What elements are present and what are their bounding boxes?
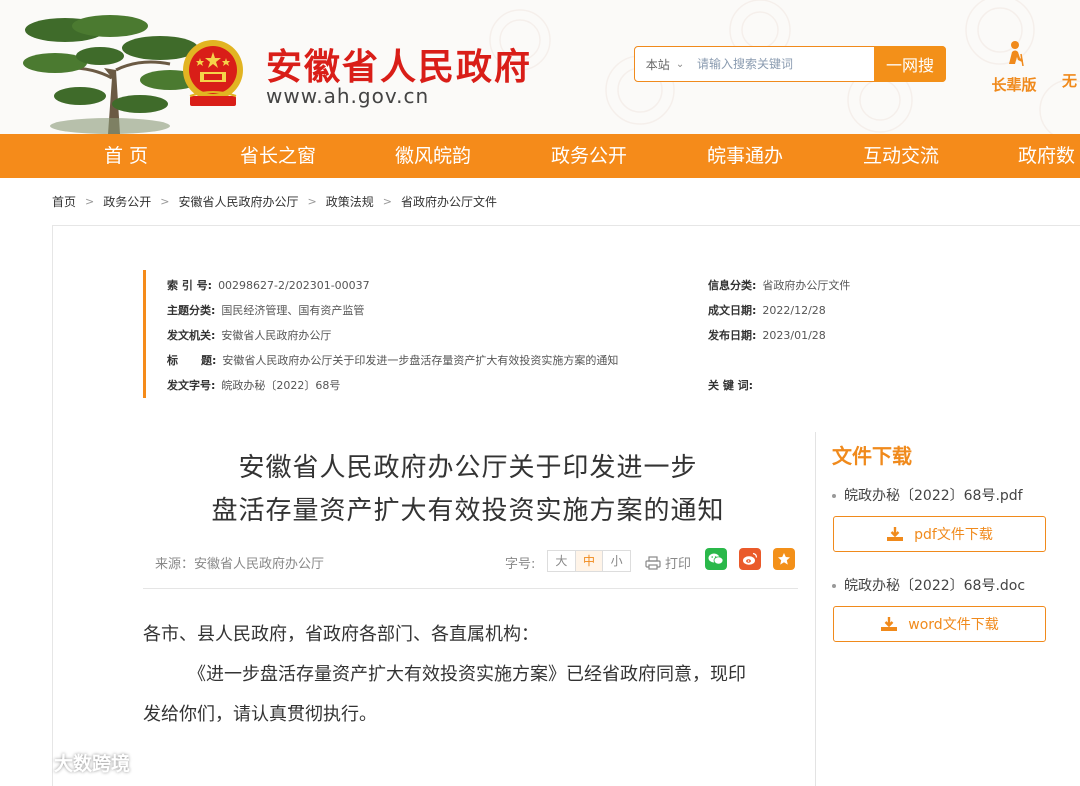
star-icon <box>778 553 790 565</box>
nav-item-home[interactable]: 首 页 <box>104 134 148 178</box>
meta-issuer-value: 安徽省人民政府办公厅 <box>221 329 332 342</box>
breadcrumb-policies[interactable]: 政策法规 <box>326 193 374 210</box>
meta-keywords-key: 关 键 词: <box>708 379 754 392</box>
nav-item-services[interactable]: 皖事通办 <box>707 134 783 178</box>
search-input[interactable] <box>697 52 873 76</box>
meta-issuer: 发文机关: 安徽省人民政府办公厅 <box>167 327 331 343</box>
meta-index-key: 索 引 号: <box>167 279 213 292</box>
article-source: 来源：安徽省人民政府办公厅 <box>155 557 325 572</box>
download-section-title: 文件下载 <box>832 444 912 468</box>
article-paragraph-line-1: 《进一步盘活存量资产扩大有效投资实施方案》已经省政府同意，现印 <box>188 664 746 685</box>
meta-published-value: 2023/01/28 <box>762 329 826 342</box>
meta-title: 标 题: 安徽省人民政府办公厅关于印发进一步盘活存量资产扩大有效投资实施方案的通知 <box>167 352 618 368</box>
download-icon <box>887 527 904 541</box>
main-nav: 首 页 省长之窗 徽风皖韵 政务公开 皖事通办 互动交流 政府数 <box>0 134 1080 178</box>
meta-index: 索 引 号: 00298627-2/202301-00037 <box>167 277 370 293</box>
meta-category-value: 省政府办公厅文件 <box>762 279 851 292</box>
article-title-line-2: 盘活存量资产扩大有效投资实施方案的通知 <box>211 496 725 526</box>
font-size-label: 字号: <box>505 557 536 572</box>
nav-item-gov-data[interactable]: 政府数 <box>1018 134 1075 178</box>
site-url: www.ah.gov.cn <box>266 84 430 108</box>
share-wechat-button[interactable] <box>705 548 727 570</box>
sidebar-divider <box>815 432 816 786</box>
meta-docno-key: 发文字号: <box>167 379 216 392</box>
font-size-large[interactable]: 大 <box>548 551 576 571</box>
breadcrumb: 首页 > 政务公开 > 安徽省人民政府办公厅 > 政策法规 > 省政府办公厅文件 <box>52 192 497 210</box>
elder-person-icon <box>1009 41 1024 67</box>
meta-index-value: 00298627-2/202301-00037 <box>218 279 370 292</box>
chevron-right-icon: > <box>382 194 392 208</box>
nav-item-culture[interactable]: 徽风皖韵 <box>395 134 471 178</box>
download-icon <box>881 617 898 631</box>
site-name[interactable]: 安徽省人民政府 <box>266 38 532 90</box>
meta-issuer-key: 发文机关: <box>167 329 216 342</box>
meta-category: 信息分类: 省政府办公厅文件 <box>708 277 850 293</box>
search-box: 本站 ⌄ 一网搜 <box>634 46 946 82</box>
chevron-right-icon: > <box>85 194 95 208</box>
nav-item-interaction[interactable]: 互动交流 <box>863 134 939 178</box>
chevron-right-icon: > <box>160 194 170 208</box>
nav-item-governor[interactable]: 省长之窗 <box>240 134 316 178</box>
watermark-logo-icon <box>9 751 49 774</box>
download-file-pdf-name: 皖政办秘〔2022〕68号.pdf <box>832 485 1023 505</box>
article-title-line-1: 安徽省人民政府办公厅关于印发进一步 <box>238 453 698 483</box>
bullet-icon <box>832 584 836 588</box>
printer-icon <box>645 555 661 570</box>
article-paragraph-line-2: 发给你们，请认真贯彻执行。 <box>143 704 377 725</box>
favorite-button[interactable] <box>773 548 795 570</box>
site-header: 安徽省人民政府 www.ah.gov.cn 本站 ⌄ 一网搜 长辈版 无 <box>0 0 1080 134</box>
font-size-small[interactable]: 小 <box>603 551 630 571</box>
word-download-label: word文件下载 <box>908 617 999 633</box>
share-weibo-button[interactable] <box>739 548 761 570</box>
elder-mode-label: 长辈版 <box>991 76 1037 94</box>
watermark: 大数跨境 <box>8 748 130 776</box>
print-button[interactable]: 打印 <box>645 553 691 572</box>
download-file-doc-label: 皖政办秘〔2022〕68号.doc <box>844 578 1026 594</box>
meta-topic-value: 国民经济管理、国有资产监管 <box>221 304 365 317</box>
meta-title-value: 安徽省人民政府办公厅关于印发进一步盘活存量资产扩大有效投资实施方案的通知 <box>222 354 619 367</box>
meta-created-value: 2022/12/28 <box>762 304 826 317</box>
meta-created: 成文日期: 2022/12/28 <box>708 302 826 318</box>
toolbar-divider <box>143 588 798 589</box>
meta-title-key: 标 题: <box>167 354 217 367</box>
font-size-switcher: 大 中 小 <box>547 550 631 572</box>
chevron-right-icon: > <box>307 194 317 208</box>
font-size-medium[interactable]: 中 <box>575 551 604 571</box>
meta-docno-value: 皖政办秘〔2022〕68号 <box>221 379 341 392</box>
download-file-doc-name: 皖政办秘〔2022〕68号.doc <box>832 575 1025 595</box>
accessibility-link[interactable]: 无 <box>1062 70 1077 91</box>
watermark-text: 大数跨境 <box>54 752 131 775</box>
article-salutation: 各市、县人民政府，省政府各部门、各直属机构： <box>143 624 539 645</box>
nav-item-gov-affairs[interactable]: 政务公开 <box>551 134 627 178</box>
search-scope-select[interactable]: 本站 ⌄ <box>635 47 695 81</box>
bullet-icon <box>832 494 836 498</box>
chevron-down-icon: ⌄ <box>675 58 685 70</box>
meta-docno: 发文字号: 皖政办秘〔2022〕68号 <box>167 377 340 393</box>
word-download-button[interactable]: word文件下载 <box>833 606 1046 642</box>
article-toolbar: 来源：安徽省人民政府办公厅 字号: 大 中 小 打印 <box>143 547 798 575</box>
wechat-icon <box>708 553 724 565</box>
print-label: 打印 <box>665 557 692 572</box>
download-file-pdf-label: 皖政办秘〔2022〕68号.pdf <box>844 488 1023 504</box>
meta-topic: 主题分类: 国民经济管理、国有资产监管 <box>167 302 364 318</box>
pdf-download-label: pdf文件下载 <box>914 527 993 543</box>
search-scope-label: 本站 <box>645 57 670 72</box>
search-button[interactable]: 一网搜 <box>874 46 946 82</box>
elder-mode-link[interactable]: 长辈版 <box>984 40 1044 95</box>
meta-published-key: 发布日期: <box>708 329 757 342</box>
breadcrumb-gov-affairs[interactable]: 政务公开 <box>103 193 151 210</box>
breadcrumb-office-docs[interactable]: 省政府办公厅文件 <box>401 193 497 210</box>
meta-topic-key: 主题分类: <box>167 304 216 317</box>
meta-keywords: 关 键 词: <box>708 377 753 393</box>
meta-created-key: 成文日期: <box>708 304 757 317</box>
pdf-download-button[interactable]: pdf文件下载 <box>833 516 1046 552</box>
meta-published: 发布日期: 2023/01/28 <box>708 327 826 343</box>
breadcrumb-office[interactable]: 安徽省人民政府办公厅 <box>178 193 298 210</box>
meta-category-key: 信息分类: <box>708 279 757 292</box>
document-meta: 索 引 号: 00298627-2/202301-00037 信息分类: 省政府办公… <box>143 270 903 398</box>
breadcrumb-home[interactable]: 首页 <box>52 193 76 210</box>
pine-tree-logo <box>23 15 200 134</box>
national-emblem-icon <box>183 40 243 106</box>
weibo-icon <box>743 552 758 565</box>
